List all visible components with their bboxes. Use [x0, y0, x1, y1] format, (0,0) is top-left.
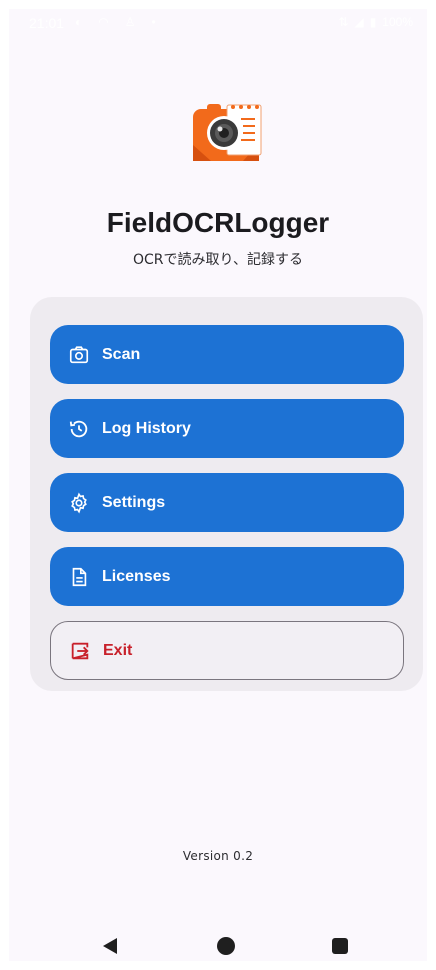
licenses-button[interactable]: Licenses [50, 547, 404, 606]
wifi-icon: ◠ [98, 15, 109, 29]
dot-icon: • [151, 15, 156, 29]
status-left-icons: ◐ ◠ ♙ • [75, 15, 156, 29]
recents-icon[interactable] [332, 938, 348, 954]
exit-label: Exit [103, 641, 133, 659]
document-icon [68, 566, 90, 588]
signal-icon: ◢ [354, 15, 364, 29]
home-icon[interactable] [217, 937, 235, 955]
menu-card: Scan Log History Settings Licenses Exit [30, 297, 423, 691]
camera-notepad-logo [193, 104, 262, 161]
status-right: ⇅ ◢ ▮ 100% [338, 15, 413, 29]
history-icon [68, 418, 90, 440]
person-icon: ♙ [124, 15, 136, 29]
scan-label: Scan [102, 345, 141, 363]
exit-button[interactable]: Exit [50, 621, 404, 680]
battery-level: 100% [382, 15, 413, 29]
back-icon[interactable] [101, 937, 119, 955]
scan-button[interactable]: Scan [50, 325, 404, 384]
app-subtitle: OCRで読み取り、記録する [133, 252, 303, 268]
system-nav-bar [9, 931, 427, 961]
data-arrows-icon: ⇅ [338, 15, 349, 29]
camera-icon [68, 344, 90, 366]
battery-icon: ▮ [369, 15, 377, 29]
settings-button[interactable]: Settings [50, 473, 404, 532]
status-time: 21:01 [29, 15, 65, 31]
version-text: Version 0.2 [182, 849, 254, 863]
status-bar: 21:01 ◐ ◠ ♙ • ⇅ ◢ ▮ 100% [9, 9, 427, 39]
exit-icon [69, 640, 91, 662]
app-screen: 21:01 ◐ ◠ ♙ • ⇅ ◢ ▮ 100% FieldOCRLogger … [9, 9, 427, 961]
settings-label: Settings [102, 493, 166, 511]
licenses-label: Licenses [102, 567, 171, 585]
moon-icon: ◐ [75, 15, 83, 29]
app-title: FieldOCRLogger [106, 207, 330, 238]
log-history-button[interactable]: Log History [50, 399, 404, 458]
gear-icon [68, 491, 90, 514]
log-history-label: Log History [102, 419, 191, 437]
